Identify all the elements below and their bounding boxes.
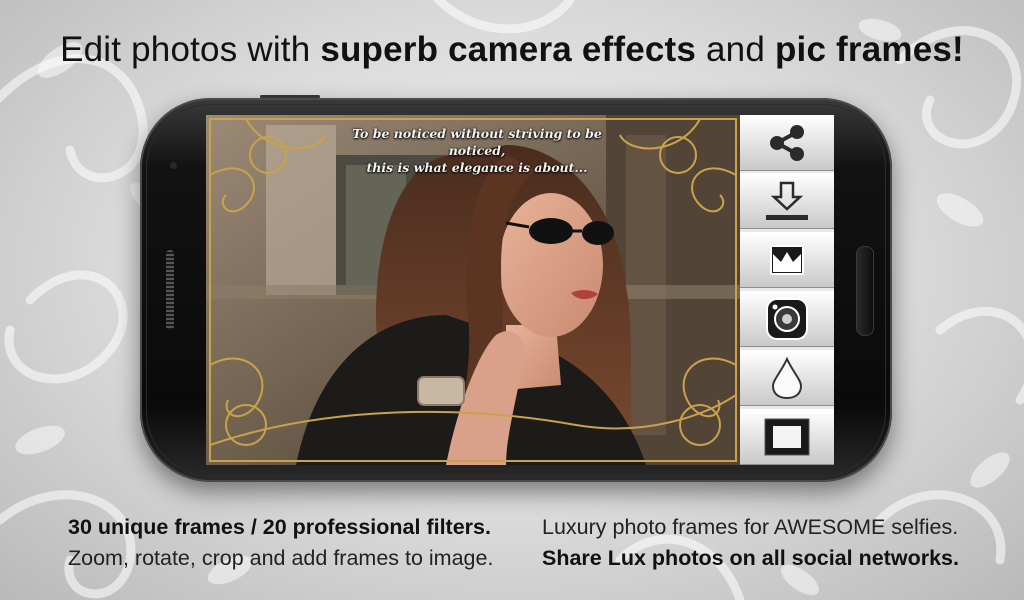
speaker-grille: [166, 250, 174, 330]
headline-part2: superb camera effects: [320, 30, 697, 69]
frames-button[interactable]: [740, 232, 834, 288]
download-icon: [766, 181, 808, 220]
phone-mockup: To be noticed without striving to be not…: [140, 95, 892, 482]
editor-toolbar: [740, 115, 834, 465]
side-key-top: [260, 95, 320, 98]
quote-line-2: this is what elegance is about...: [366, 160, 588, 175]
filters-button[interactable]: [740, 350, 834, 406]
drop-icon: [771, 356, 803, 400]
camera-effects-button[interactable]: [740, 291, 834, 347]
caption-left-1: 30 unique frames / 20 professional filte…: [68, 515, 491, 539]
headline-part4: pic frames!: [774, 30, 964, 69]
app-screen: To be noticed without striving to be not…: [206, 115, 834, 465]
front-sensor: [170, 162, 177, 169]
share-button[interactable]: [740, 115, 834, 171]
caption-left-2: Zoom, rotate, crop and add frames to ima…: [68, 546, 494, 570]
borders-button[interactable]: [740, 409, 834, 465]
headline-part1: Edit photos with: [60, 30, 321, 69]
save-button[interactable]: [740, 173, 834, 229]
home-button[interactable]: [856, 246, 874, 336]
headline-part3: and: [696, 30, 775, 69]
caption-right-2: Share Lux photos on all social networks.: [542, 546, 959, 570]
border-frame-icon: [764, 418, 810, 456]
photo-quote: To be noticed without striving to be not…: [332, 125, 622, 176]
caption-right-1: Luxury photo frames for AWESOME selfies.: [542, 515, 959, 539]
headline: Edit photos with superb camera effects a…: [0, 30, 1024, 70]
quote-line-1: To be noticed without striving to be not…: [352, 126, 602, 158]
lens-icon: [766, 298, 808, 340]
frame-picker-icon: [770, 245, 804, 275]
share-icon: [770, 125, 804, 161]
